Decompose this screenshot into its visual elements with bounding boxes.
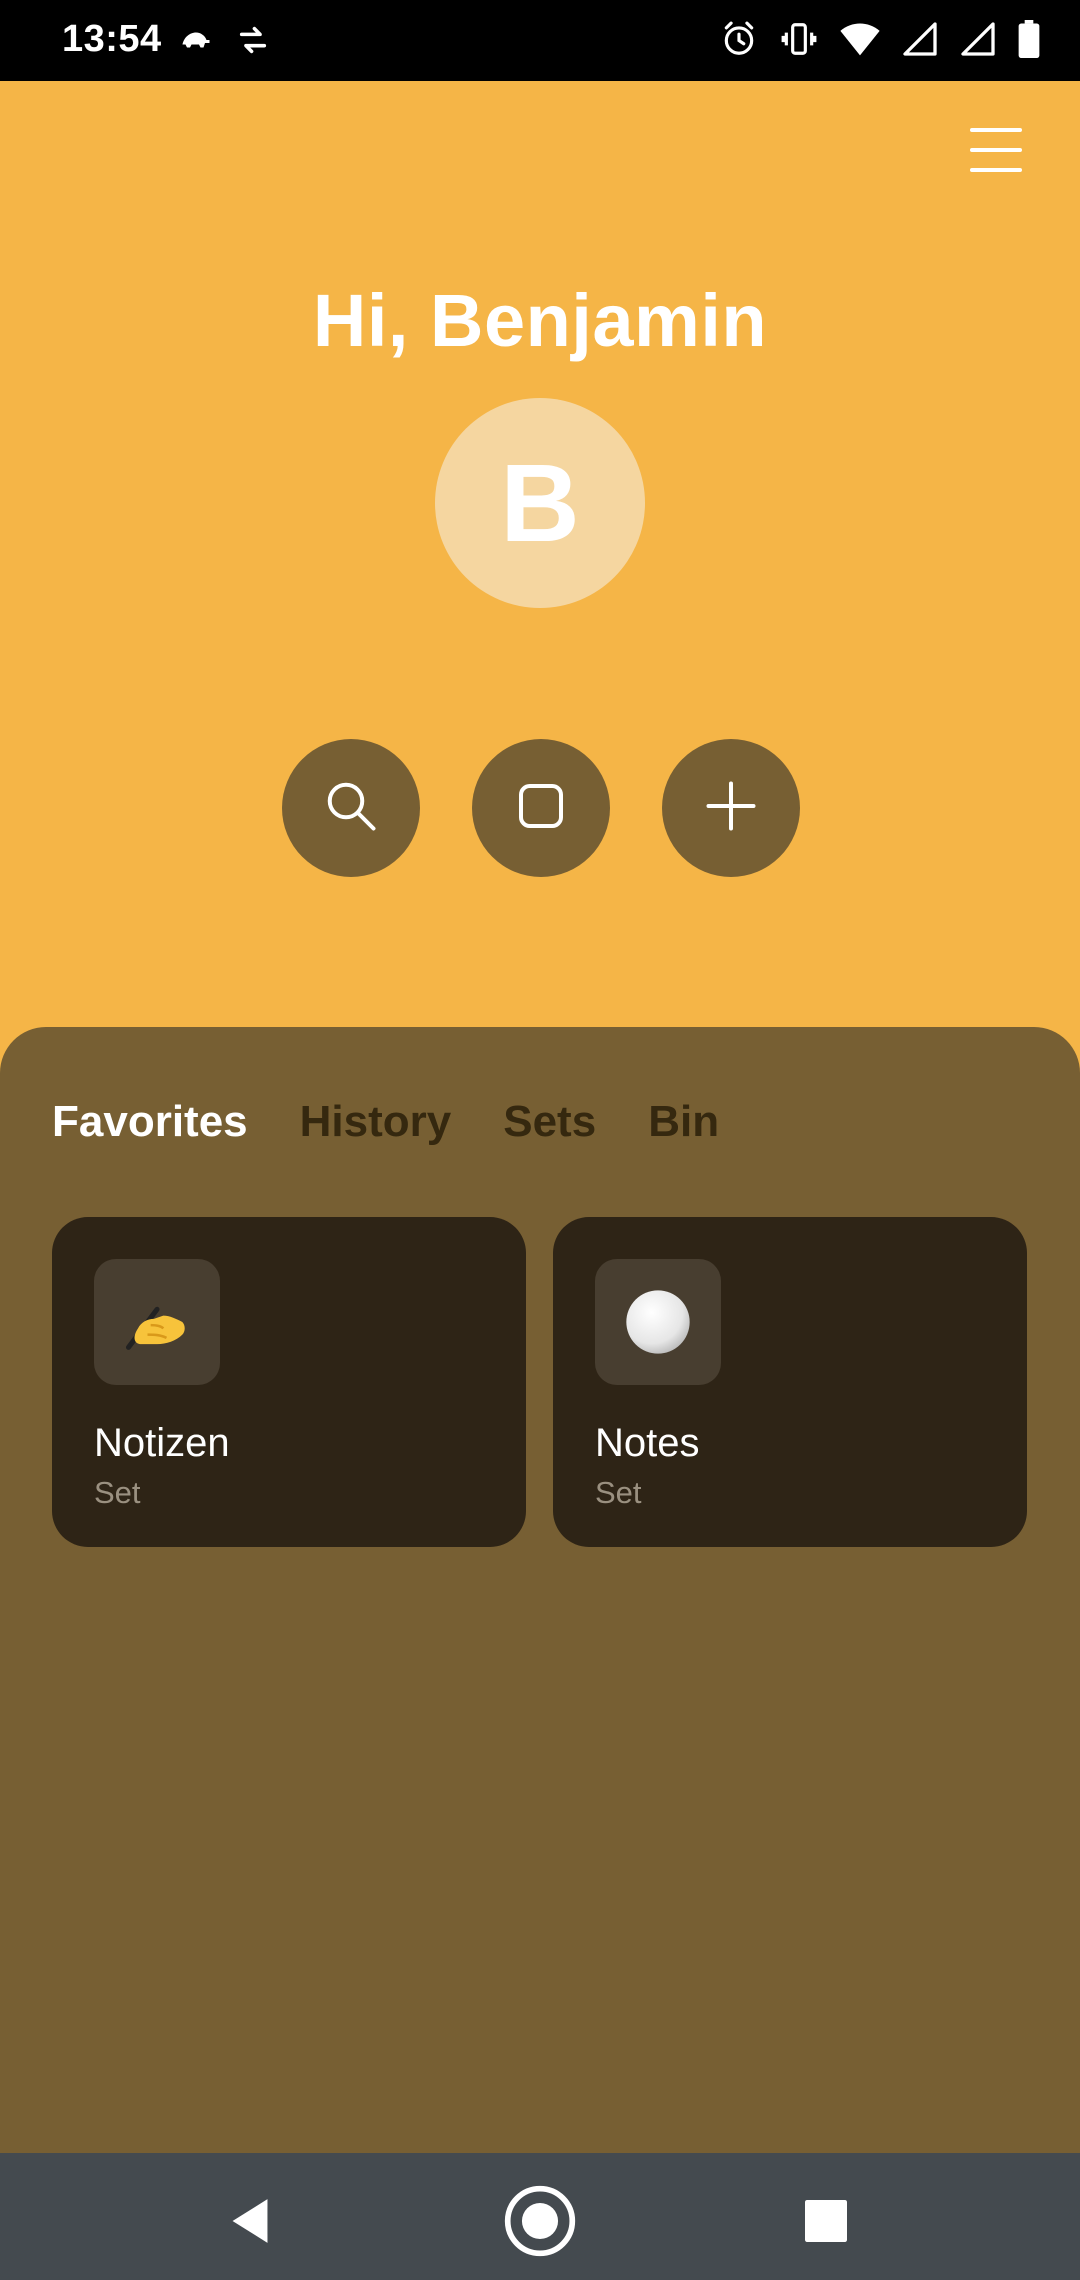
tab-sets[interactable]: Sets bbox=[503, 1097, 596, 1147]
tab-bin[interactable]: Bin bbox=[648, 1097, 719, 1147]
card-subtitle: Set bbox=[94, 1475, 141, 1510]
avatar[interactable]: B bbox=[435, 398, 645, 608]
add-button[interactable] bbox=[662, 739, 800, 877]
search-icon bbox=[321, 776, 381, 841]
writing-hand-icon bbox=[94, 1259, 220, 1385]
signal-icon bbox=[902, 21, 938, 57]
sync-arrows-icon bbox=[236, 22, 270, 58]
content-panel: Favorites History Sets Bin Notizen Set N… bbox=[0, 1027, 1080, 2153]
recents-icon[interactable] bbox=[786, 2181, 866, 2261]
set-card[interactable]: Notizen Set bbox=[52, 1217, 526, 1547]
greeting-title: Hi, Benjamin bbox=[312, 279, 768, 362]
home-icon[interactable] bbox=[500, 2181, 580, 2261]
square-icon bbox=[511, 776, 571, 841]
square-button[interactable] bbox=[472, 739, 610, 877]
status-bar: 13:54 bbox=[0, 0, 1080, 81]
battery-icon bbox=[1018, 20, 1040, 58]
hamburger-menu-icon[interactable] bbox=[964, 120, 1028, 180]
plus-icon bbox=[701, 776, 761, 841]
avatar-initial: B bbox=[500, 441, 580, 565]
signal-icon bbox=[960, 21, 996, 57]
tab-history[interactable]: History bbox=[300, 1097, 452, 1147]
card-title: Notes bbox=[595, 1421, 700, 1465]
card-title: Notizen bbox=[94, 1421, 230, 1465]
wifi-icon bbox=[840, 21, 880, 57]
alarm-icon bbox=[720, 20, 758, 58]
vibrate-icon bbox=[780, 20, 818, 58]
status-right-icons bbox=[720, 20, 1040, 58]
back-icon[interactable] bbox=[210, 2181, 290, 2261]
system-nav-bar bbox=[0, 2153, 1080, 2280]
status-left-icons bbox=[178, 22, 270, 58]
quick-actions bbox=[0, 739, 1080, 877]
set-card[interactable]: Notes Set bbox=[553, 1217, 1027, 1547]
search-button[interactable] bbox=[282, 739, 420, 877]
tab-bar: Favorites History Sets Bin bbox=[52, 1097, 719, 1147]
card-subtitle: Set bbox=[595, 1475, 642, 1510]
white-circle-icon bbox=[595, 1259, 721, 1385]
turtle-icon bbox=[178, 22, 214, 58]
tab-favorites[interactable]: Favorites bbox=[52, 1097, 248, 1147]
status-time: 13:54 bbox=[62, 18, 162, 60]
